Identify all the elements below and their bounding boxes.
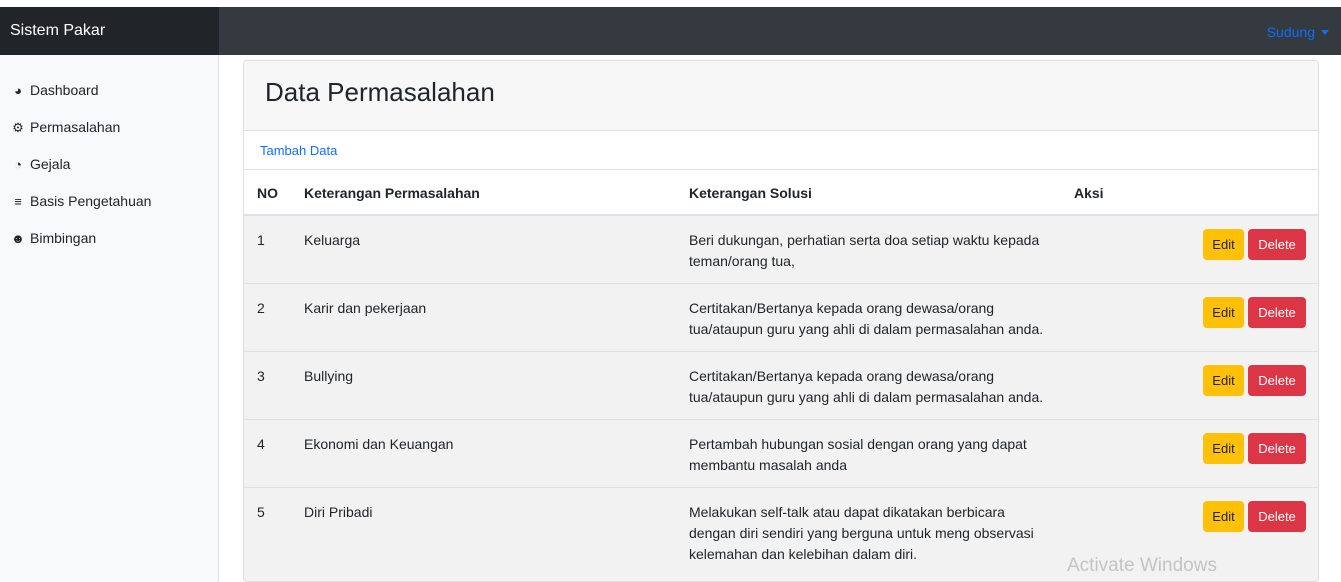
row-number: 5 <box>257 504 265 520</box>
add-data-link[interactable]: Tambah Data <box>260 143 337 158</box>
sidebar-item-basis-pengetahuan[interactable]: ≡ Basis Pengetahuan <box>10 191 151 211</box>
delete-button[interactable]: Delete <box>1248 229 1306 260</box>
user-name: Sudung <box>1266 24 1315 40</box>
edit-button[interactable]: Edit <box>1203 229 1244 260</box>
edit-button[interactable]: Edit <box>1203 365 1244 396</box>
table-header: NO Keterangan Permasalahan Keterangan So… <box>244 169 1318 216</box>
brand-title[interactable]: Sistem Pakar <box>0 7 219 55</box>
sidebar-item-dashboard[interactable]: ◕ Dashboard <box>10 80 99 100</box>
column-header-solusi: Keterangan Solusi <box>689 185 812 201</box>
row-permasalahan: Ekonomi dan Keuangan <box>304 436 454 452</box>
column-header-permasalahan: Keterangan Permasalahan <box>304 185 480 201</box>
row-permasalahan: Keluarga <box>304 232 361 248</box>
column-header-no: NO <box>257 185 278 201</box>
delete-button[interactable]: Delete <box>1248 501 1306 532</box>
cogs-icon: ⚙ <box>12 120 24 135</box>
row-number: 3 <box>257 368 265 384</box>
tachometer-icon: ◕ <box>14 83 22 98</box>
column-header-aksi: Aksi <box>1074 185 1104 201</box>
sidebar-item-label: Gejala <box>30 156 71 172</box>
sliders-icon: ≡ <box>14 194 22 209</box>
caret-down-icon <box>1321 30 1329 35</box>
sidebar-item-label: Bimbingan <box>30 230 97 246</box>
row-number: 4 <box>257 436 265 452</box>
sidebar-item-bimbingan[interactable]: ☻ Bimbingan <box>10 228 96 248</box>
table-row: 4 Ekonomi dan Keuangan Pertambah hubunga… <box>244 420 1318 488</box>
row-permasalahan: Diri Pribadi <box>304 504 373 520</box>
sidebar-item-label: Basis Pengetahuan <box>30 193 152 209</box>
top-navbar: Sistem Pakar Sudung <box>0 7 1341 55</box>
row-permasalahan: Bullying <box>304 368 354 384</box>
edit-button[interactable]: Edit <box>1203 433 1244 464</box>
table-row: 3 Bullying Certitakan/Bertanya kepada or… <box>244 352 1318 420</box>
row-permasalahan: Karir dan pekerjaan <box>304 300 427 316</box>
users-icon: ☻ <box>11 231 25 246</box>
main-card: Data Permasalahan Tambah Data NO Keteran… <box>243 60 1319 582</box>
row-solusi: Certitakan/Bertanya kepada orang dewasa/… <box>689 368 1044 405</box>
activate-windows-watermark: Activate Windows <box>1067 555 1217 576</box>
pie-chart-icon: ◔ <box>14 157 22 172</box>
sidebar-item-permasalahan[interactable]: ⚙ Permasalahan <box>10 117 120 137</box>
card-header: Data Permasalahan <box>244 61 1318 131</box>
user-dropdown[interactable]: Sudung <box>1267 7 1329 55</box>
table-row: 2 Karir dan pekerjaan Certitakan/Bertany… <box>244 284 1318 352</box>
delete-button[interactable]: Delete <box>1248 365 1306 396</box>
page-title: Data Permasalahan <box>265 77 495 107</box>
row-solusi: Certitakan/Bertanya kepada orang dewasa/… <box>689 300 1044 337</box>
row-solusi: Melakukan self-talk atau dapat dikatakan… <box>689 504 1034 562</box>
row-number: 2 <box>257 300 265 316</box>
row-number: 1 <box>257 232 265 248</box>
row-solusi: Beri dukungan, perhatian serta doa setia… <box>689 232 1040 269</box>
sidebar: ◕ Dashboard ⚙ Permasalahan ◔ Gejala ≡ Basis … <box>0 55 219 582</box>
delete-button[interactable]: Delete <box>1248 297 1306 328</box>
row-solusi: Pertambah hubungan sosial dengan orang y… <box>689 436 1027 473</box>
edit-button[interactable]: Edit <box>1203 501 1244 532</box>
sidebar-item-label: Permasalahan <box>30 119 121 135</box>
edit-button[interactable]: Edit <box>1203 297 1244 328</box>
table-row: 1 Keluarga Beri dukungan, perhatian sert… <box>244 216 1318 284</box>
sidebar-item-gejala[interactable]: ◔ Gejala <box>10 154 70 174</box>
delete-button[interactable]: Delete <box>1248 433 1306 464</box>
sidebar-item-label: Dashboard <box>30 82 99 98</box>
